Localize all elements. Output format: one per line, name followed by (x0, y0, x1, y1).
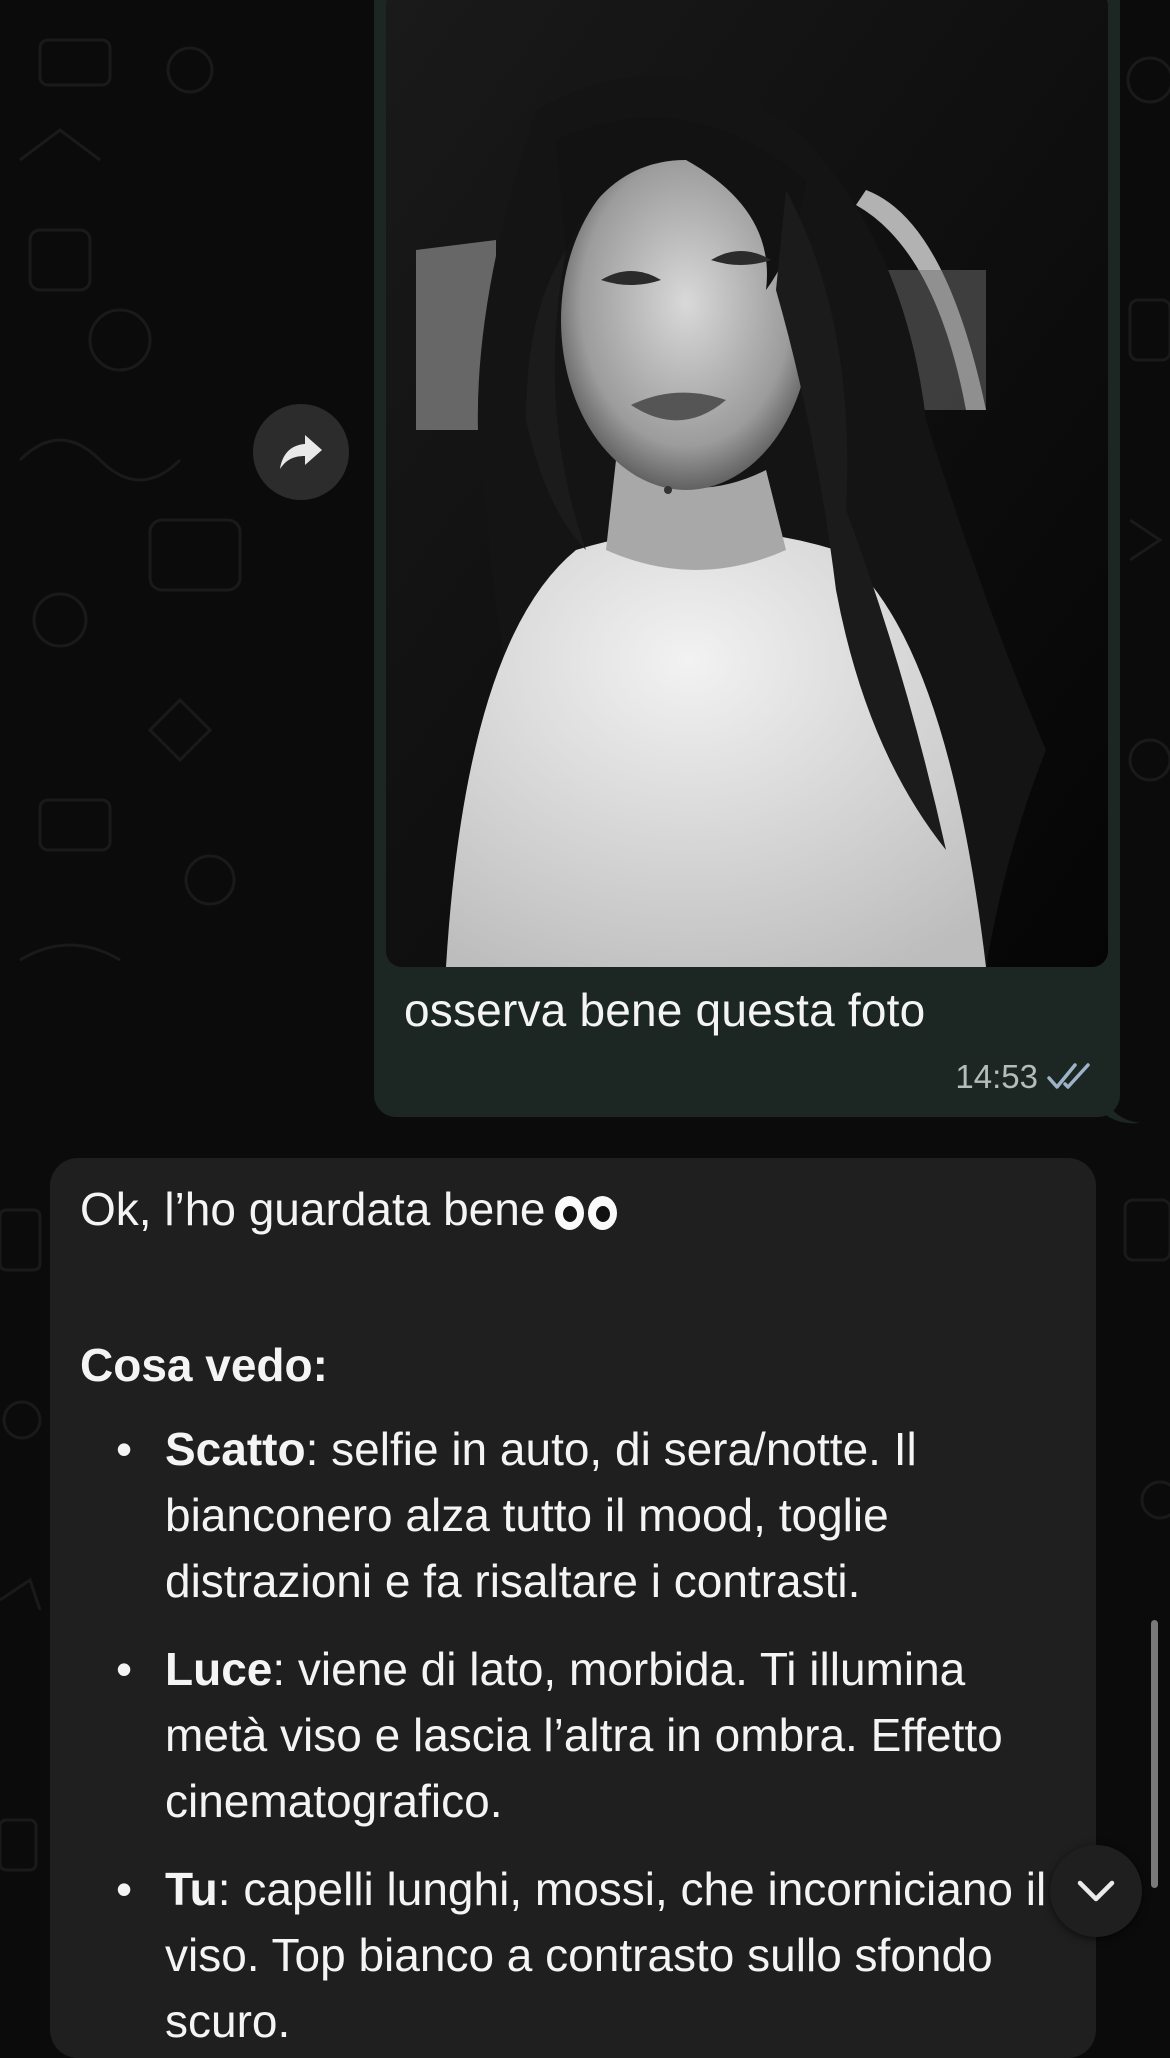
section-heading: Cosa vedo: (80, 1339, 328, 1391)
item-text: : capelli lunghi, mossi, che incornician… (165, 1863, 1047, 2047)
item-text: : viene di lato, morbida. Ti illumina me… (165, 1643, 1003, 1827)
scroll-indicator[interactable] (1151, 1620, 1158, 1888)
scroll-down-button[interactable] (1050, 1845, 1142, 1937)
incoming-text-message[interactable]: Ok, l’ho guardata bene Cosa vedo: Scatto… (50, 1158, 1096, 2058)
bubble-tail (1106, 1097, 1140, 1124)
message-meta: 14:53 (955, 1058, 1094, 1096)
greeting-line: Ok, l’ho guardata bene (80, 1176, 1060, 1242)
list-item: Luce: viene di lato, morbida. Ti illumin… (80, 1636, 1060, 1834)
chevron-down-icon (1077, 1880, 1115, 1902)
shared-photo[interactable] (386, 0, 1108, 967)
item-term: Luce (165, 1643, 273, 1695)
eyes-emoji (555, 1195, 618, 1230)
forward-arrow-icon (280, 435, 322, 469)
outgoing-image-message[interactable]: osserva bene questa foto 14:53 (374, 0, 1120, 1117)
observation-list: Scatto: selfie in auto, di sera/notte. I… (80, 1416, 1060, 2054)
list-item: Tu: capelli lunghi, mossi, che incornici… (80, 1856, 1060, 2054)
message-caption: osserva bene questa foto (404, 984, 926, 1036)
forward-button[interactable] (253, 404, 349, 500)
message-time: 14:53 (955, 1058, 1038, 1095)
greeting-text: Ok, l’ho guardata bene (80, 1183, 546, 1235)
item-term: Scatto (165, 1423, 306, 1475)
double-check-icon (1047, 1063, 1090, 1089)
list-item: Scatto: selfie in auto, di sera/notte. I… (80, 1416, 1060, 1614)
item-term: Tu (165, 1863, 218, 1915)
